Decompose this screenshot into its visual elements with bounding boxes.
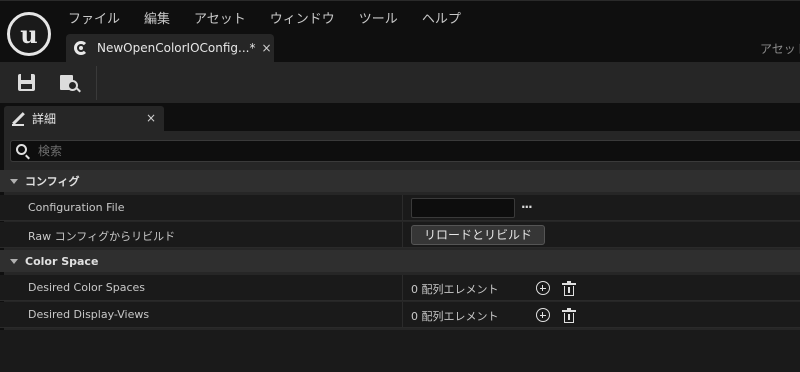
opencolorio-icon [74,41,88,55]
asset-label[interactable]: アセット [760,40,800,57]
save-icon[interactable] [18,74,35,91]
document-tab-title: NewOpenColorIOConfig...* [97,41,256,55]
document-tab-close-icon[interactable]: × [261,41,271,55]
toolbar-separator [96,66,97,100]
details-empty-area [0,330,800,372]
property-row-configuration-file: Configuration File ... [0,195,800,221]
menu-window[interactable]: ウィンドウ [258,8,347,27]
category-label: Color Space [25,254,99,268]
details-tab-close-icon[interactable]: × [146,111,156,125]
document-tab[interactable]: NewOpenColorIOConfig...* × [66,34,274,62]
unreal-logo-icon[interactable]: u [7,12,51,56]
column-splitter[interactable] [402,222,403,247]
expand-caret-icon [10,258,18,264]
property-row-desired-display-views: Desired Display-Views 0 配列エレメント [0,302,800,328]
category-color-space-header[interactable]: Color Space [0,250,800,272]
asset-toolbar [0,62,800,103]
column-splitter[interactable] [402,275,403,300]
property-name: Raw コンフィグからリビルド [28,230,176,243]
array-element-count: 0 配列エレメント [411,283,499,296]
file-browse-button[interactable]: ... [521,197,533,211]
column-splitter[interactable] [402,302,403,327]
menu-help[interactable]: ヘルプ [410,8,473,27]
add-element-icon[interactable] [536,308,550,322]
menu-tools[interactable]: ツール [347,8,410,27]
menu-asset[interactable]: アセット [182,8,258,27]
property-name: Desired Color Spaces [28,281,146,294]
menu-file[interactable]: ファイル [56,8,132,27]
property-row-rebuild: Raw コンフィグからリビルド リロードとリビルド [0,222,800,248]
menu-bar: ファイル 編集 アセット ウィンドウ ツール ヘルプ [56,4,473,30]
details-tab-title: 詳細 [32,112,57,126]
search-input[interactable] [38,142,778,160]
trash-icon[interactable] [562,308,576,323]
category-config-header[interactable]: コンフィグ [0,170,800,192]
property-row-desired-color-spaces: Desired Color Spaces 0 配列エレメント [0,275,800,301]
search-icon [16,144,27,155]
add-element-icon[interactable] [536,281,550,295]
pencil-icon [12,112,26,126]
property-name: Configuration File [28,201,125,214]
trash-icon[interactable] [562,281,576,296]
browse-lens-handle [76,87,81,93]
menu-edit[interactable]: 編集 [132,8,182,27]
expand-caret-icon [10,178,18,184]
array-element-count: 0 配列エレメント [411,310,499,323]
category-label: コンフィグ [25,175,80,188]
column-splitter[interactable] [402,195,403,220]
configuration-file-input[interactable] [411,198,515,218]
reload-rebuild-button[interactable]: リロードとリビルド [411,225,545,245]
property-name: Desired Display-Views [28,308,150,321]
details-tab[interactable]: 詳細 × [4,106,164,131]
